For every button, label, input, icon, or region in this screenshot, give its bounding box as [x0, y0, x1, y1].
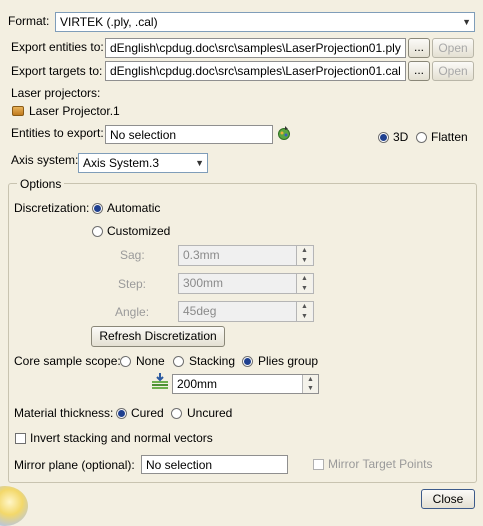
format-select[interactable]: VIRTEK (.ply, .cal) ▼	[55, 12, 475, 32]
invert-checkbox[interactable]	[15, 433, 26, 444]
axis-system-label: Axis system:	[11, 153, 79, 167]
radio-core-none-label: None	[136, 354, 165, 368]
radio-automatic-label: Automatic	[107, 201, 161, 215]
select-entities-icon[interactable]	[276, 125, 292, 141]
export-targets-label: Export targets to:	[11, 64, 103, 78]
open-entities-button[interactable]: Open	[432, 38, 474, 58]
step-stepper[interactable]: ▲ ▼	[296, 274, 312, 293]
axis-system-value: Axis System.3	[83, 156, 160, 170]
open-targets-button[interactable]: Open	[432, 61, 474, 81]
invert-checkbox-label: Invert stacking and normal vectors	[30, 431, 213, 445]
radio-cured-label: Cured	[131, 406, 164, 420]
radio-3d[interactable]	[378, 132, 389, 143]
radio-core-plies-label: Plies group	[258, 354, 319, 368]
radio-flatten-label: Flatten	[431, 130, 468, 144]
radio-customized-label: Customized	[107, 224, 171, 238]
entities-to-export-field[interactable]: No selection	[105, 125, 273, 144]
core-sample-field[interactable]: 200mm	[172, 374, 319, 394]
sag-label: Sag:	[120, 248, 145, 262]
core-sample-stepper[interactable]: ▲ ▼	[302, 375, 318, 393]
format-value: VIRTEK (.ply, .cal)	[60, 15, 158, 29]
mirror-targets-checkbox[interactable]	[313, 459, 324, 470]
browse-entities-button[interactable]: ...	[408, 38, 430, 58]
laser-projector-item[interactable]: Laser Projector.1	[29, 103, 120, 119]
radio-core-none[interactable]	[120, 356, 131, 367]
material-thickness-label: Material thickness:	[14, 406, 114, 420]
options-title: Options	[17, 176, 65, 192]
radio-cured[interactable]	[116, 408, 127, 419]
angle-stepper[interactable]: ▲ ▼	[296, 302, 312, 321]
axis-system-select[interactable]: Axis System.3 ▼	[78, 153, 208, 173]
step-field[interactable]: 300mm	[178, 273, 314, 294]
radio-automatic[interactable]	[92, 203, 103, 214]
close-button[interactable]: Close	[421, 489, 475, 509]
chevron-down-icon[interactable]: ▼	[462, 13, 471, 31]
mirror-plane-label: Mirror plane (optional):	[14, 458, 135, 472]
sag-stepper[interactable]: ▲ ▼	[296, 246, 312, 265]
radio-core-stacking-label: Stacking	[189, 354, 236, 368]
discretization-label: Discretization:	[14, 201, 90, 215]
radio-uncured-label: Uncured	[187, 406, 233, 420]
mirror-plane-field[interactable]: No selection	[141, 455, 288, 474]
radio-core-plies[interactable]	[242, 356, 253, 367]
core-sample-icon	[150, 372, 170, 392]
format-label: Format:	[8, 14, 50, 28]
radio-uncured[interactable]	[171, 408, 182, 419]
entities-to-export-label: Entities to export:	[11, 126, 104, 140]
radio-customized[interactable]	[92, 226, 103, 237]
export-entities-label: Export entities to:	[11, 40, 104, 54]
refresh-discretization-button[interactable]: Refresh Discretization	[91, 326, 225, 347]
angle-field[interactable]: 45deg	[178, 301, 314, 322]
export-entities-path-field[interactable]: dEnglish\cpdug.doc\src\samples\LaserProj…	[105, 38, 406, 58]
laser-projectors-label: Laser projectors:	[11, 86, 101, 100]
radio-core-stacking[interactable]	[173, 356, 184, 367]
mirror-targets-label: Mirror Target Points	[328, 457, 433, 471]
browse-targets-button[interactable]: ...	[408, 61, 430, 81]
angle-label: Angle:	[115, 305, 150, 319]
decorative-glow	[0, 486, 28, 526]
export-targets-path-field[interactable]: dEnglish\cpdug.doc\src\samples\LaserProj…	[105, 61, 406, 81]
radio-3d-label: 3D	[393, 130, 409, 144]
core-sample-label: Core sample scope:	[14, 354, 121, 368]
laser-projector-icon	[12, 106, 24, 116]
sag-field[interactable]: 0.3mm	[178, 245, 314, 266]
chevron-down-icon[interactable]: ▼	[195, 154, 204, 172]
step-label: Step:	[118, 277, 147, 291]
radio-flatten[interactable]	[416, 132, 427, 143]
